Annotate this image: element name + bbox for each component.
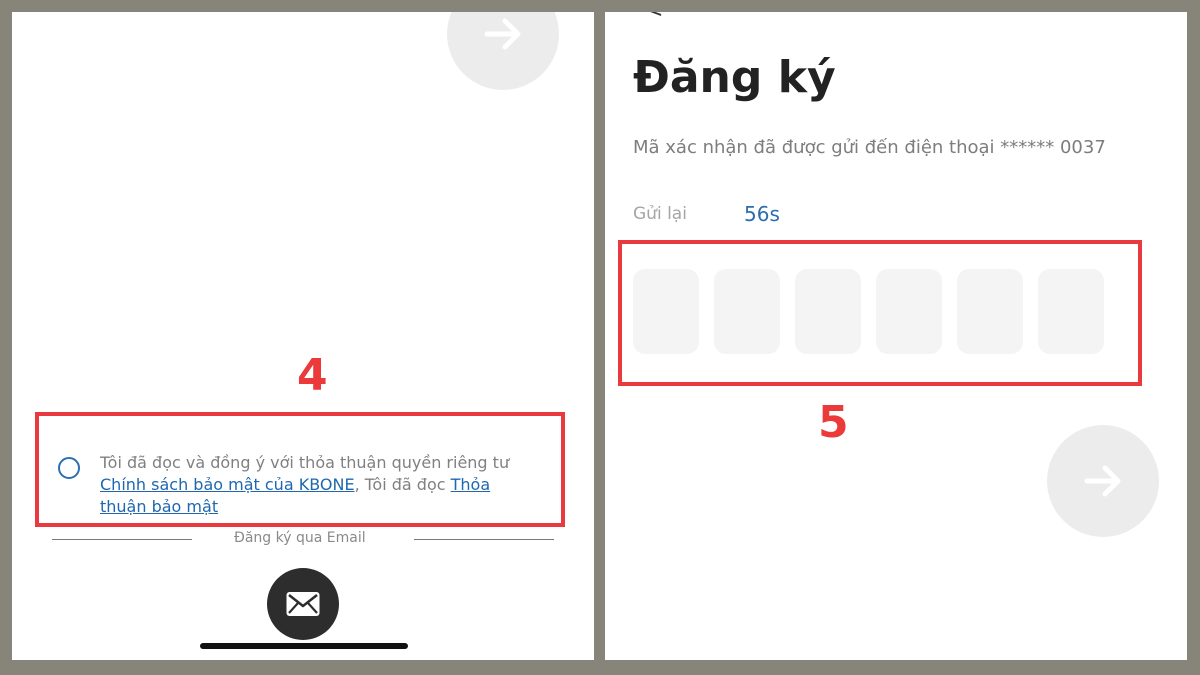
right-screenshot-panel: < Đăng ký Mã xác nhận đã được gửi đến đi…	[605, 12, 1187, 660]
divider-right	[414, 539, 554, 540]
divider-label: Đăng ký qua Email	[234, 530, 366, 546]
code-input-6[interactable]	[1038, 269, 1104, 354]
arrow-right-icon	[1084, 465, 1121, 497]
next-button[interactable]	[447, 12, 559, 90]
envelope-icon	[286, 592, 320, 616]
next-button[interactable]	[1047, 425, 1159, 537]
radio-unchecked-icon[interactable]	[58, 457, 80, 479]
arrow-right-icon	[484, 18, 521, 50]
divider-left	[52, 539, 192, 540]
resend-countdown: 56s	[744, 202, 780, 226]
code-input-3[interactable]	[795, 269, 861, 354]
code-input-1[interactable]	[633, 269, 699, 354]
consent-text: Tôi đã đọc và đồng ý với thỏa thuận quyề…	[100, 452, 540, 518]
email-signup-button[interactable]	[267, 568, 339, 640]
code-input-4[interactable]	[876, 269, 942, 354]
privacy-policy-link[interactable]: Chính sách bảo mật của KBONE	[100, 475, 355, 494]
step-number-label: 4	[297, 350, 328, 401]
chevron-left-icon[interactable]: <	[645, 12, 663, 23]
left-screenshot-panel: 4 Tôi đã đọc và đồng ý với thỏa thuận qu…	[12, 12, 594, 660]
code-input-5[interactable]	[957, 269, 1023, 354]
code-input-2[interactable]	[714, 269, 780, 354]
page-title: Đăng ký	[633, 52, 836, 103]
consent-text-part1: Tôi đã đọc và đồng ý với thỏa thuận quyề…	[100, 453, 510, 472]
consent-text-part2: , Tôi đã đọc	[354, 475, 451, 494]
resend-button[interactable]: Gửi lại	[633, 204, 687, 224]
home-indicator	[200, 643, 408, 649]
step-number-label: 5	[818, 397, 849, 448]
verification-subtitle: Mã xác nhận đã được gửi đến điện thoại *…	[633, 137, 1106, 158]
